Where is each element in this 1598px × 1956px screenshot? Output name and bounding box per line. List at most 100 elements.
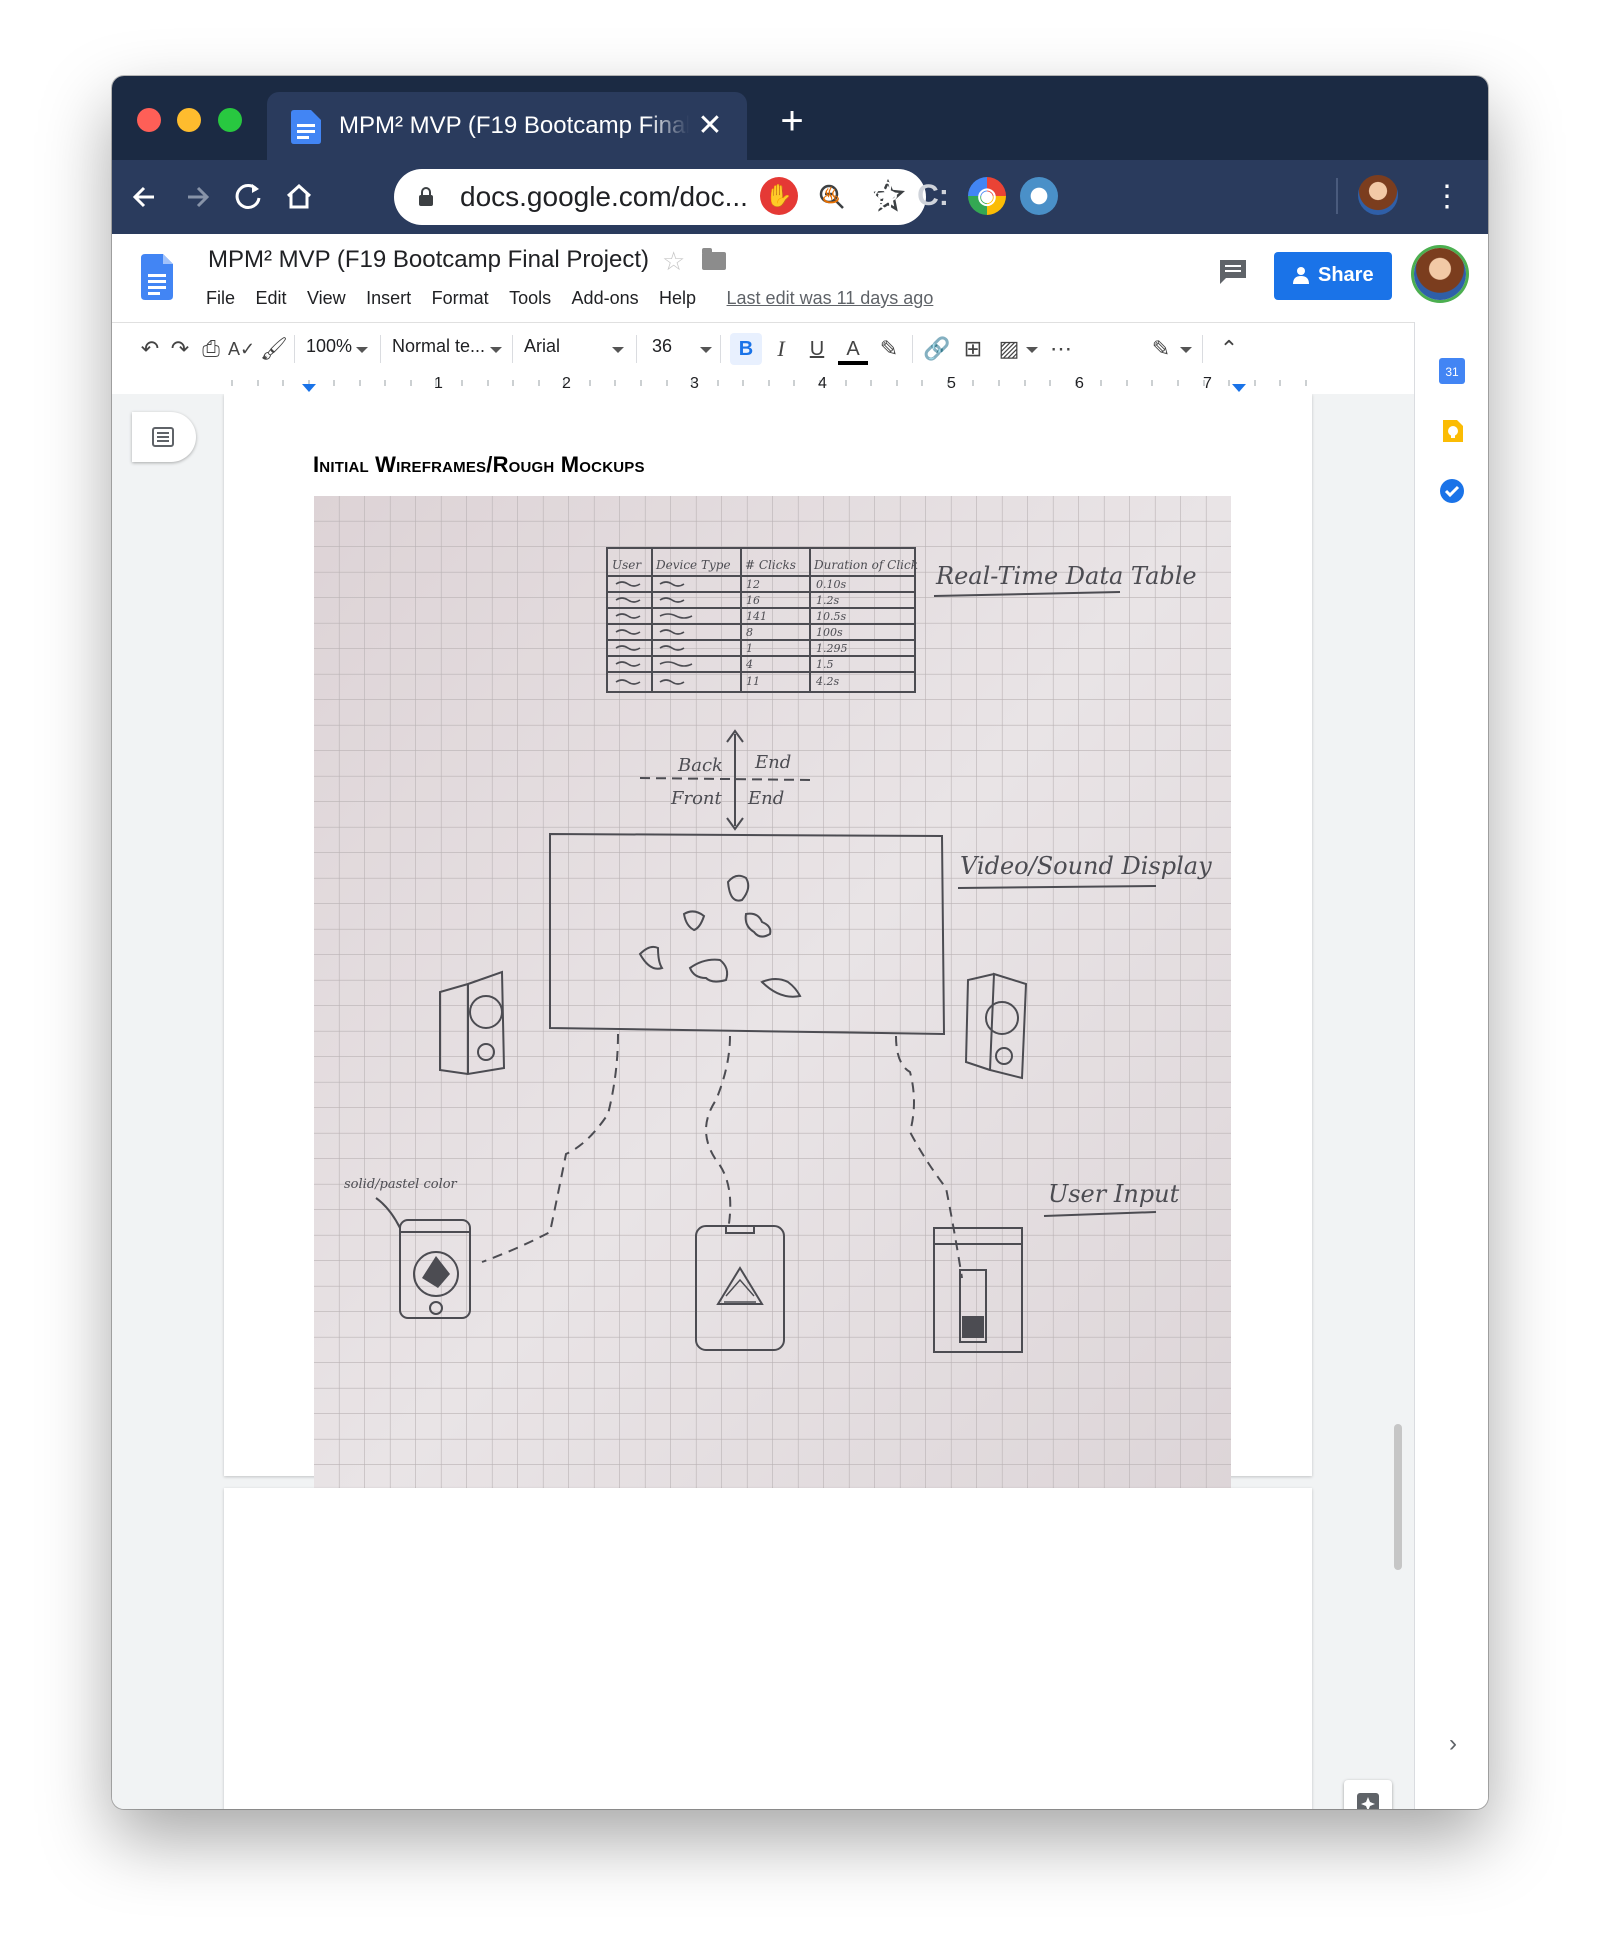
chevron-down-icon[interactable] [1026,347,1038,353]
menu-tools[interactable]: Tools [509,288,551,309]
adblock-hand-icon[interactable]: ✋ [760,177,798,215]
undo-icon[interactable]: ↶ [138,333,162,365]
calendar-icon[interactable]: 31 [1439,358,1465,384]
forward-arrow-icon[interactable] [176,176,218,218]
menu-file[interactable]: File [206,288,235,309]
java-icon[interactable]: ♨ [812,177,850,215]
lock-icon [419,187,433,206]
collapse-menus-icon[interactable]: ⌃ [1214,333,1244,365]
chevron-down-icon[interactable] [612,347,624,353]
profile-avatar[interactable] [1358,175,1398,215]
print-icon[interactable]: ⎙ [198,333,224,365]
table-duration-value: 100s [816,626,843,639]
kebab-menu-icon[interactable]: ⋮ [1432,176,1462,218]
chevron-down-icon[interactable] [356,347,368,353]
text-color-button[interactable]: A [838,333,868,365]
browser-tab[interactable]: MPM² MVP (F19 Bootcamp Final Project) ✕ [267,92,747,160]
ruler-number: 7 [1203,375,1212,392]
vertical-scrollbar[interactable] [1394,1424,1402,1570]
sketch-label-end-top: End [754,752,791,773]
highlight-icon[interactable]: ✎ [874,333,904,365]
maximize-window-button[interactable] [218,108,242,132]
react-icon[interactable] [862,177,900,215]
list-outline-icon [152,427,174,447]
table-duration-value: 1.295 [816,642,848,655]
explore-button[interactable] [1344,1780,1392,1809]
ruler[interactable]: 1 2 3 4 5 6 7 [112,374,1414,395]
table-header-device: Device Type [655,558,731,572]
toolbar-divider [912,335,913,363]
insert-image-icon[interactable]: ▨ [994,333,1024,365]
document-page[interactable] [224,1488,1312,1809]
blue-circle-icon[interactable] [1020,177,1058,215]
section-heading[interactable]: Initial Wireframes/Rough Mockups [313,452,645,478]
document-canvas[interactable]: Initial Wireframes/Rough Mockups User De… [112,394,1414,1809]
tab-close-icon[interactable]: ✕ [695,111,725,141]
font-size-select[interactable]: 36 [652,336,672,357]
menu-edit[interactable]: Edit [255,288,286,309]
menu-view[interactable]: View [307,288,346,309]
comment-icon[interactable] [1218,258,1248,286]
menu-addons[interactable]: Add-ons [572,288,639,309]
table-clicks-value: 12 [746,578,760,591]
italic-button[interactable]: I [766,333,796,365]
minimize-window-button[interactable] [177,108,201,132]
sketch-label-back: Back [677,755,723,776]
table-clicks-value: 11 [746,675,760,688]
close-window-button[interactable] [137,108,161,132]
url-text: docs.google.com/doc... [460,181,748,212]
tasks-check-icon[interactable] [1439,478,1465,504]
paint-format-icon[interactable]: 🖌 [260,333,288,365]
reload-icon[interactable] [228,176,270,218]
keep-bulb-icon[interactable] [1439,418,1465,444]
add-comment-icon[interactable]: ⊞ [958,333,988,365]
color-circle-icon[interactable]: ◉ [968,177,1006,215]
toolbar-divider [380,335,381,363]
person-lock-icon [1293,267,1309,284]
google-docs-logo-icon[interactable] [141,254,173,300]
right-indent-marker[interactable] [1232,384,1246,392]
bold-button[interactable]: B [730,333,762,365]
spellcheck-icon[interactable]: A✓ [228,333,255,365]
menu-insert[interactable]: Insert [366,288,411,309]
document-outline-button[interactable] [132,412,196,462]
toolbar-divider [1202,335,1203,363]
c-colon-icon[interactable]: C: [914,177,952,215]
home-icon[interactable] [278,176,320,218]
redo-icon[interactable]: ↷ [168,333,192,365]
star-icon[interactable]: ☆ [662,246,685,277]
last-edit-link[interactable]: Last edit was 11 days ago [727,288,934,309]
left-indent-marker[interactable] [302,384,316,392]
docs-header: MPM² MVP (F19 Bootcamp Final Project) ☆ … [112,234,1488,322]
table-duration-value: 0.10s [816,578,846,591]
account-avatar[interactable] [1414,248,1466,300]
back-arrow-icon[interactable] [124,176,166,218]
chevron-down-icon[interactable] [700,347,712,353]
table-duration-value: 1.2s [816,594,839,607]
zoom-select[interactable]: 100% [306,336,352,357]
menu-help[interactable]: Help [659,288,696,309]
browser-window: MPM² MVP (F19 Bootcamp Final Project) ✕ … [112,76,1488,1809]
wireframe-sketch-image[interactable]: User Device Type # Clicks Duration of Cl… [314,496,1231,1556]
document-page[interactable]: Initial Wireframes/Rough Mockups User De… [224,394,1312,1556]
share-label: Share [1318,264,1374,286]
chevron-down-icon[interactable] [1180,347,1192,353]
sketch-label-front: Front [670,788,723,809]
document-title[interactable]: MPM² MVP (F19 Bootcamp Final Project) [208,246,649,274]
table-clicks-value: 16 [746,594,760,607]
folder-icon[interactable] [702,248,726,270]
toolbar-divider [512,335,513,363]
link-icon[interactable]: 🔗 [922,333,952,365]
editing-mode-icon[interactable]: ✎ [1146,333,1176,365]
style-select[interactable]: Normal te... [392,336,485,357]
expand-side-panel-icon[interactable]: › [1443,1732,1463,1756]
underline-button[interactable]: U [802,333,832,365]
more-options-icon[interactable]: ⋯ [1046,333,1076,365]
menu-format[interactable]: Format [432,288,489,309]
menu-bar: File Edit View Insert Format Tools Add-o… [206,288,933,312]
new-tab-button[interactable]: + [774,101,810,141]
font-select[interactable]: Arial [524,336,560,357]
chevron-down-icon[interactable] [490,347,502,353]
google-docs-icon [291,110,321,144]
share-button[interactable]: Share [1274,252,1392,300]
